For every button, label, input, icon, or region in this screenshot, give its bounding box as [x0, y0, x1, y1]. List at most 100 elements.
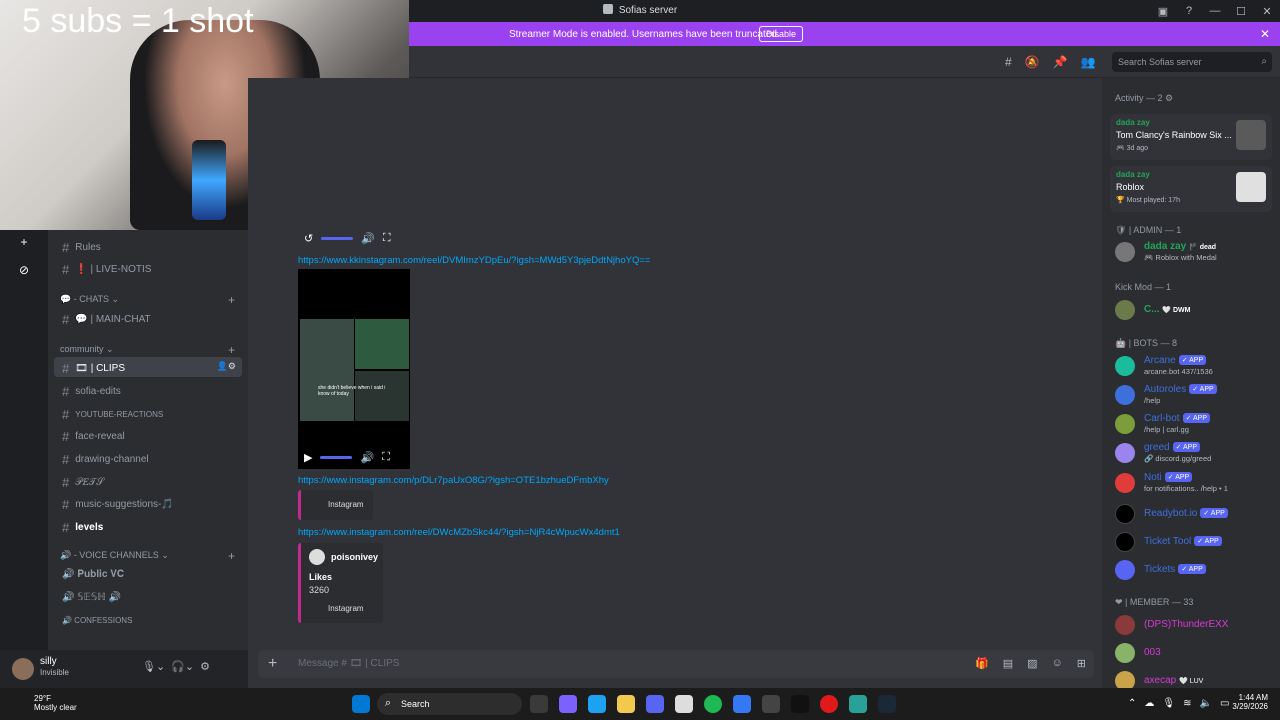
mic-tray-icon[interactable]: 🎙	[1162, 698, 1175, 709]
disable-streamer-button[interactable]: Disable	[759, 26, 804, 42]
member-item[interactable]: greed ✓ APP 🔗 discord.gg/greed	[1115, 441, 1275, 465]
edge-icon[interactable]	[588, 695, 606, 713]
weather-widget[interactable]: 29°F Mostly clear	[12, 694, 77, 712]
channel-youtube-reactions[interactable]: # YOUTUBE-REACTIONS	[54, 403, 242, 423]
member-list-icon[interactable]: 👥	[1081, 55, 1096, 69]
add-server-icon[interactable]: +	[14, 232, 34, 252]
close-window-button[interactable]: ✕	[1254, 5, 1280, 18]
channel-main-chat[interactable]: # 💬 | MAIN-CHAT	[54, 308, 242, 328]
wifi-icon[interactable]: ≋	[1183, 698, 1191, 709]
apps-icon[interactable]: ⊞	[1077, 657, 1086, 670]
channel-levels[interactable]: # 𝐥𝐞𝐯𝐞𝐥𝐬	[54, 516, 242, 536]
voice-public-vc[interactable]: 🔊 𝐏𝐮𝐛𝐥𝐢𝐜 𝐕𝐂	[54, 565, 242, 585]
gift-icon[interactable]: 🎁	[975, 657, 989, 670]
channel-drawing[interactable]: # drawing-channel	[54, 448, 242, 468]
search-input[interactable]: Search Sofias server ⌕	[1112, 52, 1272, 72]
category-community[interactable]: community ⌄ +	[60, 343, 235, 357]
help-icon[interactable]: ?	[1176, 5, 1202, 17]
voice-sesh[interactable]: 🔊 𝕊𝔼𝕊ℍ 🔊	[54, 588, 242, 608]
spotify-icon[interactable]	[704, 695, 722, 713]
sticker-icon[interactable]: ▨	[1027, 657, 1037, 670]
channel-rules[interactable]: # Rules	[54, 236, 242, 256]
fullscreen-icon[interactable]: ⛶	[383, 232, 391, 245]
discover-icon[interactable]: ⊘	[14, 260, 34, 280]
mute-icon[interactable]: 🔕	[1025, 55, 1040, 69]
tiktok-icon[interactable]	[791, 695, 809, 713]
member-item[interactable]: axecap 🤍 LUV	[1115, 669, 1275, 688]
channel-face-reveal[interactable]: # face-reveal	[54, 425, 242, 445]
replay-icon[interactable]: ↺	[304, 232, 313, 245]
video-embed[interactable]: she didn't believe when i said i know of…	[298, 269, 410, 469]
message-link[interactable]: https://www.kkinstagram.com/reel/DVMImzY…	[298, 255, 650, 266]
link-embed[interactable]: Instagram	[298, 490, 373, 520]
volume-slider[interactable]	[320, 456, 353, 459]
battery-icon[interactable]: ▭	[1220, 698, 1229, 709]
member-item[interactable]: (DPS)ThunderEXX	[1115, 613, 1275, 637]
member-item[interactable]: C... 🤍 DWM	[1115, 298, 1275, 322]
task-view-icon[interactable]	[530, 695, 548, 713]
avatar[interactable]	[12, 658, 34, 680]
app-icon[interactable]	[849, 695, 867, 713]
add-channel-icon[interactable]: +	[228, 343, 235, 357]
taskbar-search[interactable]: ⌕ Search	[377, 693, 522, 715]
steam-icon[interactable]	[878, 695, 896, 713]
maximize-button[interactable]: ☐	[1228, 5, 1254, 18]
chevron-up-icon[interactable]: ⌃	[1128, 698, 1136, 709]
threads-icon[interactable]: #	[1005, 55, 1012, 69]
message-input[interactable]: Message # 🎞 | CLIPS	[298, 658, 399, 669]
member-item[interactable]: Carl-bot ✓ APP/help | carl.gg	[1115, 412, 1275, 436]
member-item[interactable]: Noti ✓ APP for notifications.. /help • 1	[1115, 471, 1275, 495]
headphones-icon[interactable]: 🎧⌄	[171, 660, 194, 673]
channel-music-suggestions[interactable]: # music-suggestions-🎵	[54, 493, 242, 513]
mail-icon[interactable]	[733, 695, 751, 713]
member-item[interactable]: Ticket Tool ✓ APP	[1115, 530, 1275, 554]
member-item[interactable]: Autoroles ✓ APP/help	[1115, 383, 1275, 407]
attach-plus-icon[interactable]: +	[268, 655, 277, 673]
network-icon[interactable]: ☁	[1144, 698, 1154, 709]
store-icon[interactable]	[675, 695, 693, 713]
volume-icon[interactable]: 🔊	[361, 232, 375, 245]
minimize-button[interactable]: —	[1202, 5, 1228, 17]
invite-settings-icons[interactable]: 👤⚙	[217, 361, 236, 372]
member-item[interactable]: Tickets ✓ APP	[1115, 558, 1275, 582]
member-item[interactable]: 003	[1115, 641, 1275, 665]
message-composer[interactable]: + Message # 🎞 | CLIPS 🎁 ▤ ▨ ☺ ⊞	[258, 650, 1094, 678]
channel-live-notis[interactable]: # ❗ | LIVE-NOTIS	[54, 258, 242, 278]
add-channel-icon[interactable]: +	[228, 549, 235, 563]
category-voice[interactable]: 🔊 - VOICE CHANNELS ⌄ +	[60, 549, 235, 563]
channel-clips[interactable]: # 🎞 | CLIPS 👤⚙	[54, 357, 242, 377]
member-item[interactable]: dada zay 🏴 dead 🎮 Roblox with Medal	[1115, 240, 1275, 264]
inbox-icon[interactable]: ▣	[1150, 5, 1176, 18]
message-link[interactable]: https://www.instagram.com/p/DLr7paUxO8G/…	[298, 475, 609, 486]
copilot-icon[interactable]	[559, 695, 577, 713]
clock[interactable]: 1:44 AM 3/29/2026	[1232, 693, 1268, 711]
gif-icon[interactable]: ▤	[1003, 657, 1013, 670]
volume-tray-icon[interactable]: 🔈	[1199, 698, 1211, 709]
settings-gear-icon[interactable]: ⚙	[200, 660, 210, 673]
start-icon[interactable]	[352, 695, 370, 713]
member-item[interactable]: Arcane ✓ APP arcane.bot 437/1536	[1115, 354, 1275, 378]
chrome-icon[interactable]	[762, 695, 780, 713]
close-banner-icon[interactable]: ✕	[1260, 27, 1270, 41]
message-link[interactable]: https://www.instagram.com/reel/DWcMZbSkc…	[298, 527, 620, 538]
activity-card[interactable]: dada zay Tom Clancy's Rainbow Six ... 🎮 …	[1110, 114, 1272, 160]
channel-pets[interactable]: # 𝒫𝐸𝒯𝒮	[54, 471, 242, 491]
volume-icon[interactable]: 🔊	[360, 451, 374, 464]
member-item[interactable]: Readybot.io ✓ APP	[1115, 502, 1275, 526]
volume-slider[interactable]	[321, 237, 354, 240]
voice-confessions[interactable]: 🔊 CONFESSIONS	[54, 611, 242, 631]
link-embed[interactable]: poisonivey Likes 3260 Instagram	[298, 543, 383, 623]
emoji-icon[interactable]: ☺	[1052, 657, 1063, 670]
play-icon[interactable]: ▶	[304, 451, 312, 464]
microphone-icon[interactable]: 🎙⌄	[142, 660, 165, 673]
file-explorer-icon[interactable]	[617, 695, 635, 713]
pin-icon[interactable]: 📌	[1053, 55, 1068, 69]
embed-author[interactable]: poisonivey	[331, 552, 378, 562]
activity-card[interactable]: dada zay Roblox 🏆 Most played: 17h	[1110, 166, 1272, 212]
opera-icon[interactable]	[820, 695, 838, 713]
add-channel-icon[interactable]: +	[228, 293, 235, 307]
discord-icon[interactable]	[646, 695, 664, 713]
channel-sofia-edits[interactable]: # sofia-edits	[54, 380, 242, 400]
fullscreen-icon[interactable]: ⛶	[382, 451, 390, 464]
category-chats[interactable]: 💬 - CHATS ⌄ +	[60, 293, 235, 307]
